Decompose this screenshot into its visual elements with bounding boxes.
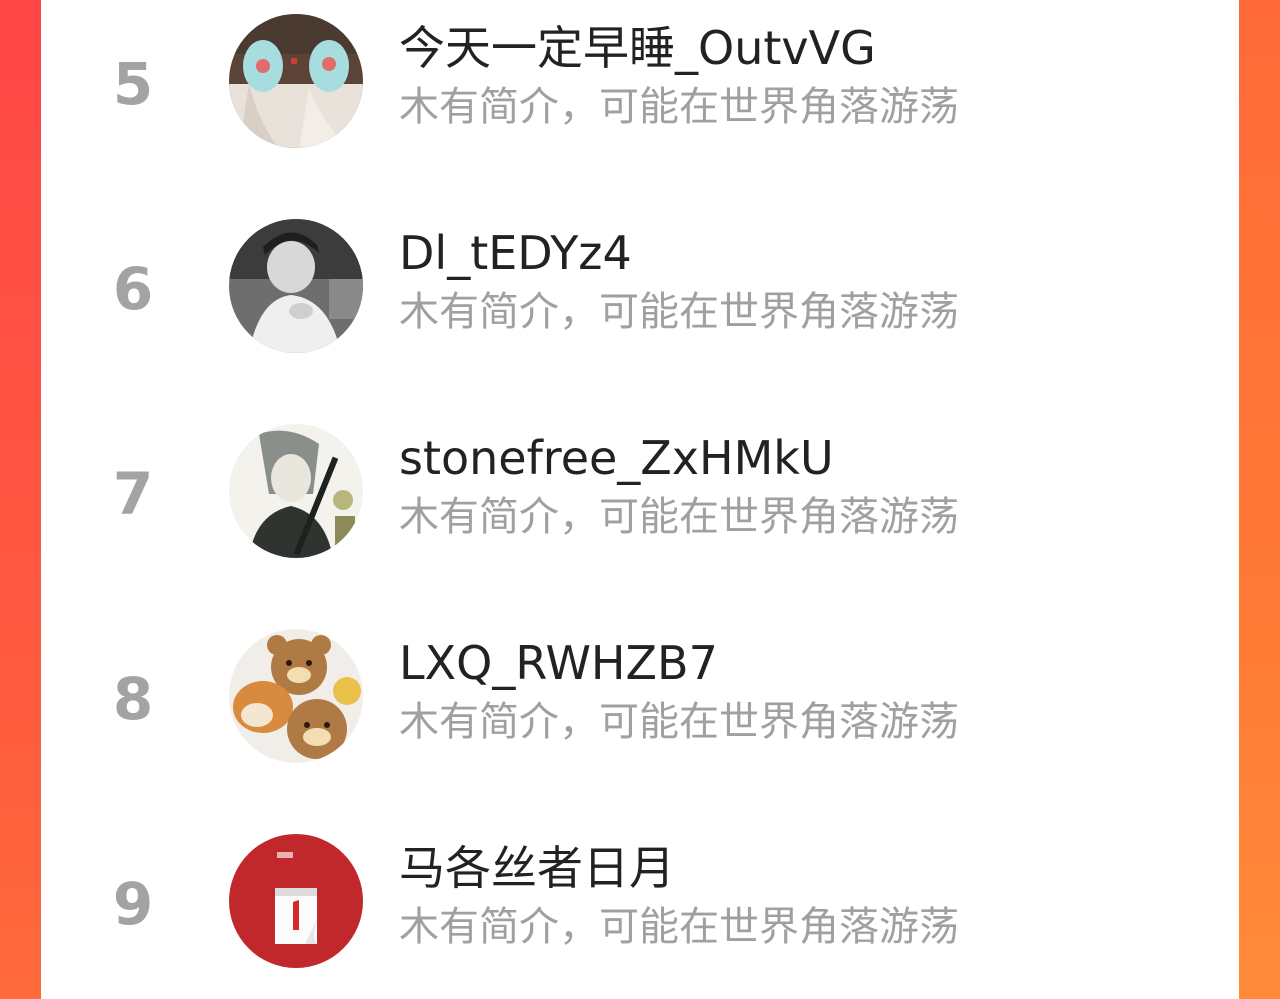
user-avatar[interactable] [229,219,363,353]
ranking-row[interactable]: 8 LXQ_RWHZB7 木有简介，可能在世界角落游荡 [41,615,1239,820]
ranking-row[interactable]: 5 今天一定早睡_OutvVG 木有简介，可能在世界角落游荡 [41,0,1239,205]
rank-number: 7 [112,460,154,528]
user-avatar[interactable] [229,424,363,558]
user-name[interactable]: stonefree_ZxHMkU [399,430,834,486]
bears-and-shiba-avatar [229,629,363,763]
ranking-row[interactable]: 9 马各丝者日月 木有简介，可能在世界角落游荡 [41,820,1239,999]
rank-number: 5 [112,50,154,118]
rank-number: 8 [112,665,154,733]
user-name[interactable]: 马各丝者日月 [399,840,675,896]
user-bio: 木有简介，可能在世界角落游荡 [399,84,959,130]
bw-portrait-avatar [229,219,363,353]
user-name[interactable]: 今天一定早睡_OutvVG [399,20,876,76]
ranking-list: 5 今天一定早睡_OutvVG 木有简介，可能在世界角落游荡 6 Dl_tEDY… [41,0,1239,999]
user-avatar[interactable] [229,834,363,968]
anime-character-avatar [229,424,363,558]
right-accent-border [1239,0,1280,999]
user-bio: 木有简介，可能在世界角落游荡 [399,289,959,335]
user-name[interactable]: Dl_tEDYz4 [399,225,632,281]
user-bio: 木有简介，可能在世界角落游荡 [399,494,959,540]
ranking-row[interactable]: 6 Dl_tEDYz4 木有简介，可能在世界角落游荡 [41,205,1239,410]
red-calendar-avatar [229,834,363,968]
rank-number: 6 [112,255,154,323]
left-accent-border [0,0,41,999]
user-bio: 木有简介，可能在世界角落游荡 [399,904,959,950]
ranking-row[interactable]: 7 stonefree_ZxHMkU 木有简介，可能在世界角落游荡 [41,410,1239,615]
rank-number: 9 [112,870,154,938]
user-name[interactable]: LXQ_RWHZB7 [399,635,718,691]
user-avatar[interactable] [229,629,363,763]
user-bio: 木有简介，可能在世界角落游荡 [399,699,959,745]
user-avatar[interactable] [229,14,363,148]
slippers-photo-avatar [229,14,363,148]
